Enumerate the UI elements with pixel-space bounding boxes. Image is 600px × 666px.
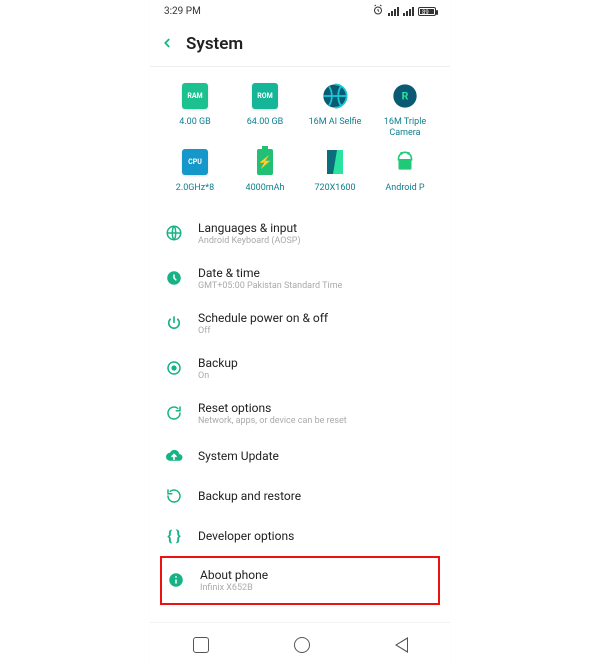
- page-title: System: [186, 34, 243, 54]
- signal-icon: [388, 6, 399, 16]
- item-title: Reset options: [198, 401, 347, 415]
- item-schedule-power[interactable]: Schedule power on & off Off: [164, 301, 436, 346]
- item-subtitle: Network, apps, or device can be reset: [198, 416, 347, 426]
- android-nav-bar: [150, 622, 450, 666]
- item-developer[interactable]: { } Developer options: [164, 516, 436, 556]
- home-button[interactable]: [294, 637, 310, 653]
- cpu-icon: CPU: [180, 147, 210, 177]
- spec-android[interactable]: Android P: [370, 147, 440, 203]
- item-subtitle: Infinix X652B: [200, 583, 268, 593]
- item-subtitle: On: [198, 371, 238, 381]
- spec-rom[interactable]: ROM 64.00 GB: [230, 81, 300, 139]
- refresh-icon: [164, 403, 184, 423]
- status-bar: 3:29 PM 89: [150, 0, 450, 22]
- spec-cpu[interactable]: CPU 2.0GHz*8: [160, 147, 230, 203]
- item-subtitle: GMT+05:00 Pakistan Standard Time: [198, 281, 342, 291]
- info-icon: [166, 570, 186, 590]
- item-subtitle: Android Keyboard (AOSP): [198, 236, 301, 246]
- restore-icon: [164, 486, 184, 506]
- item-title: Backup and restore: [198, 489, 301, 503]
- item-title: System Update: [198, 449, 279, 463]
- screen-icon: [320, 147, 350, 177]
- item-title: Date & time: [198, 266, 342, 280]
- item-backup-restore[interactable]: Backup and restore: [164, 476, 436, 516]
- battery-icon: 89: [418, 7, 436, 16]
- spec-selfie[interactable]: 16M AI Selfie: [300, 81, 370, 139]
- back-icon[interactable]: [160, 35, 174, 54]
- item-languages[interactable]: Languages & input Android Keyboard (AOSP…: [164, 211, 436, 256]
- item-about-phone[interactable]: About phone Infinix X652B: [166, 562, 434, 599]
- item-title: About phone: [200, 568, 268, 582]
- item-title: Schedule power on & off: [198, 311, 328, 325]
- recent-apps-button[interactable]: [193, 637, 209, 653]
- spec-triple-camera[interactable]: R 16M Triple Camera: [370, 81, 440, 139]
- phone-frame: 3:29 PM 89 System RAM 4.00 GB ROM 64.00 …: [150, 0, 450, 666]
- item-datetime[interactable]: Date & time GMT+05:00 Pakistan Standard …: [164, 256, 436, 301]
- item-title: Backup: [198, 356, 238, 370]
- battery-spec-icon: [250, 147, 280, 177]
- camera-rear-icon: R: [390, 81, 420, 111]
- back-button[interactable]: [395, 637, 408, 653]
- highlight-annotation: About phone Infinix X652B: [160, 556, 440, 605]
- signal-icon-2: [403, 6, 414, 16]
- item-title: Languages & input: [198, 221, 301, 235]
- rom-icon: ROM: [250, 81, 280, 111]
- globe-icon: [164, 223, 184, 243]
- android-icon: [390, 147, 420, 177]
- power-icon: [164, 313, 184, 333]
- item-backup[interactable]: Backup On: [164, 346, 436, 391]
- page-header: System: [150, 22, 450, 67]
- camera-front-icon: [320, 81, 350, 111]
- item-subtitle: Off: [198, 326, 328, 336]
- spec-ram[interactable]: RAM 4.00 GB: [160, 81, 230, 139]
- cloud-upload-icon: [164, 446, 184, 466]
- specs-grid: RAM 4.00 GB ROM 64.00 GB 16M AI Selfie R…: [150, 67, 450, 211]
- clock-icon: [164, 268, 184, 288]
- alarm-icon: [372, 4, 384, 19]
- item-system-update[interactable]: System Update: [164, 436, 436, 476]
- svg-text:R: R: [402, 90, 409, 103]
- spec-battery[interactable]: 4000mAh: [230, 147, 300, 203]
- braces-icon: { }: [164, 526, 184, 546]
- ram-icon: RAM: [180, 81, 210, 111]
- target-icon: [164, 358, 184, 378]
- settings-list: Languages & input Android Keyboard (AOSP…: [150, 211, 450, 622]
- item-reset[interactable]: Reset options Network, apps, or device c…: [164, 391, 436, 436]
- spec-resolution[interactable]: 720X1600: [300, 147, 370, 203]
- clock-text: 3:29 PM: [164, 6, 201, 17]
- item-title: Developer options: [198, 529, 294, 543]
